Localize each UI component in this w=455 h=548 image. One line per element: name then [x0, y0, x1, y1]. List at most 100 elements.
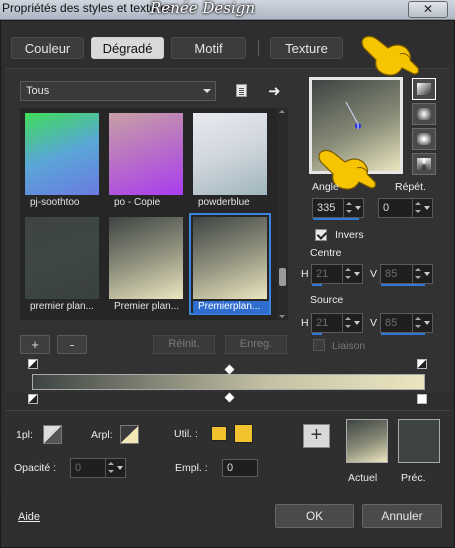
opacity-value: 0	[75, 462, 82, 474]
invert-checkbox[interactable]	[315, 229, 327, 241]
gradient-item-label: Premierplan...	[193, 301, 269, 314]
center-v-label: V	[370, 268, 378, 280]
spinner-icon[interactable]	[342, 265, 352, 283]
dropdown-icon[interactable]	[353, 265, 363, 283]
gradient-thumbnail	[193, 217, 267, 299]
dropdown-icon[interactable]	[423, 199, 433, 217]
gradient-thumbnail	[109, 217, 183, 299]
gradient-thumbnail	[25, 113, 99, 195]
spinner-icon[interactable]	[412, 265, 422, 283]
arpl-swatch[interactable]	[120, 425, 139, 444]
gradient-item[interactable]: premier plan...	[22, 214, 102, 314]
arrow-right-icon[interactable]: ➜	[268, 82, 281, 100]
center-h-label: H	[301, 268, 309, 280]
gradient-item[interactable]: po - Copie	[106, 110, 186, 210]
spinner-icon[interactable]	[105, 459, 115, 477]
link-checkbox[interactable]	[313, 339, 325, 351]
gradient-list-scrollbar[interactable]	[277, 108, 288, 320]
window-title: Propriétés des styles et textures	[2, 1, 173, 15]
location-field[interactable]: 0	[222, 459, 258, 477]
source-h-field[interactable]: 21	[311, 313, 363, 335]
rectangular-style-button[interactable]	[412, 103, 436, 125]
rectangular-gradient-icon	[417, 108, 431, 120]
tab-pattern[interactable]: Motif	[171, 37, 246, 59]
bottom-right-stop-marker[interactable]	[417, 394, 427, 404]
center-v-value: 85	[385, 268, 398, 280]
source-v-slider-bar[interactable]	[381, 333, 425, 335]
title-bar: Propriétés des styles et textures Renée …	[0, 0, 455, 20]
reset-button[interactable]: Réinit.	[153, 335, 215, 354]
dropdown-icon[interactable]	[423, 314, 433, 332]
spinner-icon[interactable]	[412, 314, 422, 332]
gradient-item-label: pj-soothtoo	[30, 197, 80, 208]
current-gradient-swatch[interactable]	[346, 419, 388, 463]
sunburst-gradient-icon	[417, 133, 431, 145]
scroll-down-icon[interactable]	[279, 315, 285, 318]
dropdown-icon[interactable]	[423, 265, 433, 283]
opacity-label: Opacité :	[14, 462, 57, 474]
source-h-value: 21	[316, 317, 329, 329]
tab-gradient[interactable]: Dégradé	[91, 37, 164, 59]
gradient-item[interactable]: powderblue	[190, 110, 270, 210]
tab-separator	[258, 40, 259, 56]
angle-value: 335	[317, 202, 336, 214]
ok-button[interactable]: OK	[275, 504, 354, 528]
location-value: 0	[227, 462, 234, 474]
chevron-down-icon	[203, 89, 211, 93]
util-swatch-large[interactable]	[234, 424, 253, 443]
util-swatch-small[interactable]	[211, 426, 227, 441]
help-link[interactable]: Aide	[18, 511, 40, 523]
center-v-field[interactable]: 85	[380, 264, 433, 286]
gradient-thumbnail	[25, 217, 99, 299]
top-left-stop-marker[interactable]	[28, 359, 38, 369]
top-right-stop-marker[interactable]	[417, 359, 427, 369]
gradient-item-selected[interactable]: Premierplan...	[189, 213, 271, 315]
invert-label: Invers	[335, 229, 364, 241]
gradient-item[interactable]: Premier plan...	[106, 214, 186, 314]
spinner-icon[interactable]	[342, 314, 352, 332]
linear-gradient-icon	[417, 83, 431, 95]
tab-color[interactable]: Couleur	[11, 37, 84, 59]
angle-slider-bar[interactable]	[313, 218, 359, 220]
spinner-icon[interactable]	[412, 199, 422, 217]
dropdown-icon[interactable]	[116, 459, 126, 477]
angle-field[interactable]: 335	[312, 198, 364, 220]
scrollbar-thumb[interactable]	[279, 268, 286, 286]
spinner-icon[interactable]	[343, 199, 353, 217]
gradient-library: pj-soothtoo po - Copie powderblue premie…	[20, 108, 278, 320]
linear-style-button[interactable]	[412, 78, 436, 100]
link-label: Liaison	[332, 340, 366, 352]
gradient-thumbnail	[109, 113, 183, 195]
source-v-field[interactable]: 85	[380, 313, 433, 335]
center-v-slider-bar[interactable]	[381, 284, 425, 286]
sunburst-style-button[interactable]	[412, 128, 436, 150]
list-view-icon[interactable]	[236, 84, 247, 97]
first-plan-swatch[interactable]	[43, 425, 62, 444]
previous-gradient-swatch[interactable]	[398, 419, 440, 463]
dropdown-icon[interactable]	[354, 199, 364, 217]
current-label: Actuel	[348, 472, 378, 484]
cancel-button[interactable]: Annuler	[362, 504, 442, 528]
radial-style-button[interactable]	[412, 153, 436, 175]
location-label: Empl. :	[175, 462, 208, 474]
gradient-category-value: Tous	[26, 85, 50, 97]
bottom-left-stop-marker[interactable]	[28, 394, 38, 404]
gradient-category-select[interactable]: Tous	[20, 81, 216, 101]
close-button[interactable]: ✕	[408, 1, 448, 18]
remove-gradient-button[interactable]: -	[57, 335, 87, 354]
opacity-field[interactable]: 0	[70, 458, 126, 478]
add-stop-button[interactable]: +	[303, 424, 330, 448]
center-h-field[interactable]: 21	[311, 264, 363, 286]
scroll-up-icon[interactable]	[279, 110, 285, 113]
repeat-field[interactable]: 0	[378, 198, 433, 218]
tab-texture[interactable]: Texture	[270, 37, 343, 59]
center-h-slider-bar[interactable]	[312, 284, 322, 286]
add-gradient-button[interactable]: +	[20, 335, 50, 354]
repeat-label: Répét.	[395, 181, 426, 193]
source-v-label: V	[370, 317, 378, 329]
gradient-item[interactable]: pj-soothtoo	[22, 110, 102, 210]
source-h-slider-bar[interactable]	[312, 333, 322, 335]
gradient-bar[interactable]	[32, 374, 425, 390]
save-gradient-button[interactable]: Enreg.	[225, 335, 287, 354]
dropdown-icon[interactable]	[353, 314, 363, 332]
